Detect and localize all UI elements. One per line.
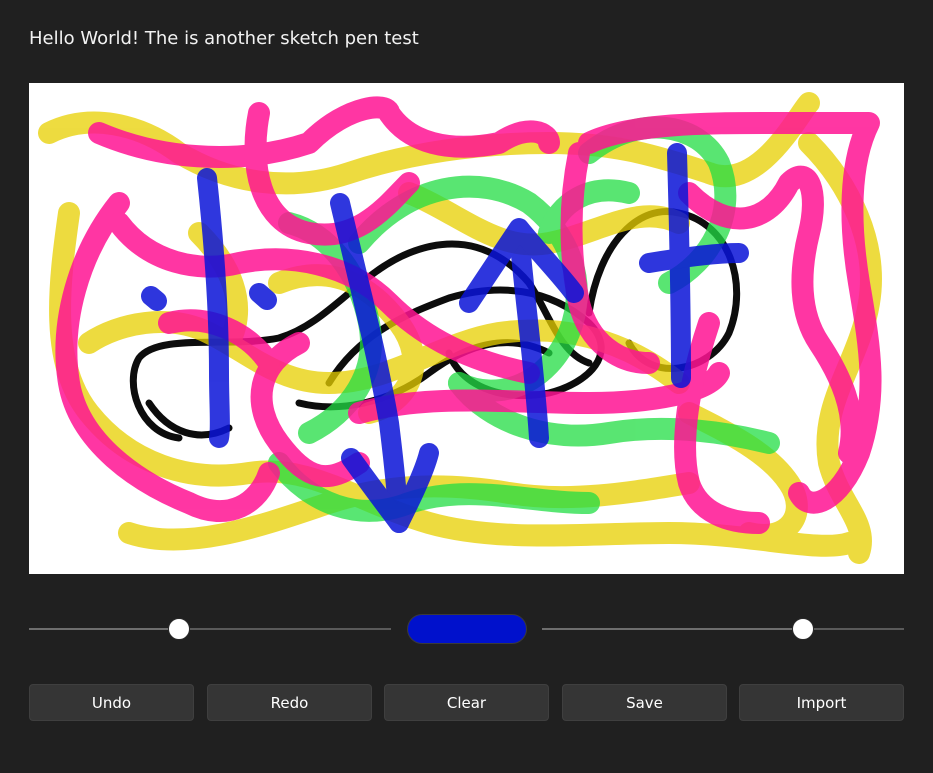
brush-size-slider[interactable] bbox=[29, 616, 391, 642]
slider-fill bbox=[542, 628, 803, 630]
undo-button[interactable]: Undo bbox=[29, 684, 194, 721]
sketch-drawing bbox=[38, 92, 882, 564]
opacity-slider[interactable] bbox=[542, 616, 904, 642]
save-button[interactable]: Save bbox=[562, 684, 727, 721]
clear-button[interactable]: Clear bbox=[384, 684, 549, 721]
slider-thumb[interactable] bbox=[168, 618, 191, 640]
sketch-canvas[interactable] bbox=[29, 83, 904, 574]
slider-fill bbox=[29, 628, 180, 630]
page-title: Hello World! The is another sketch pen t… bbox=[29, 28, 419, 49]
slider-thumb[interactable] bbox=[791, 618, 814, 640]
redo-button[interactable]: Redo bbox=[207, 684, 372, 721]
color-picker-button[interactable] bbox=[407, 614, 527, 644]
import-button[interactable]: Import bbox=[739, 684, 904, 721]
